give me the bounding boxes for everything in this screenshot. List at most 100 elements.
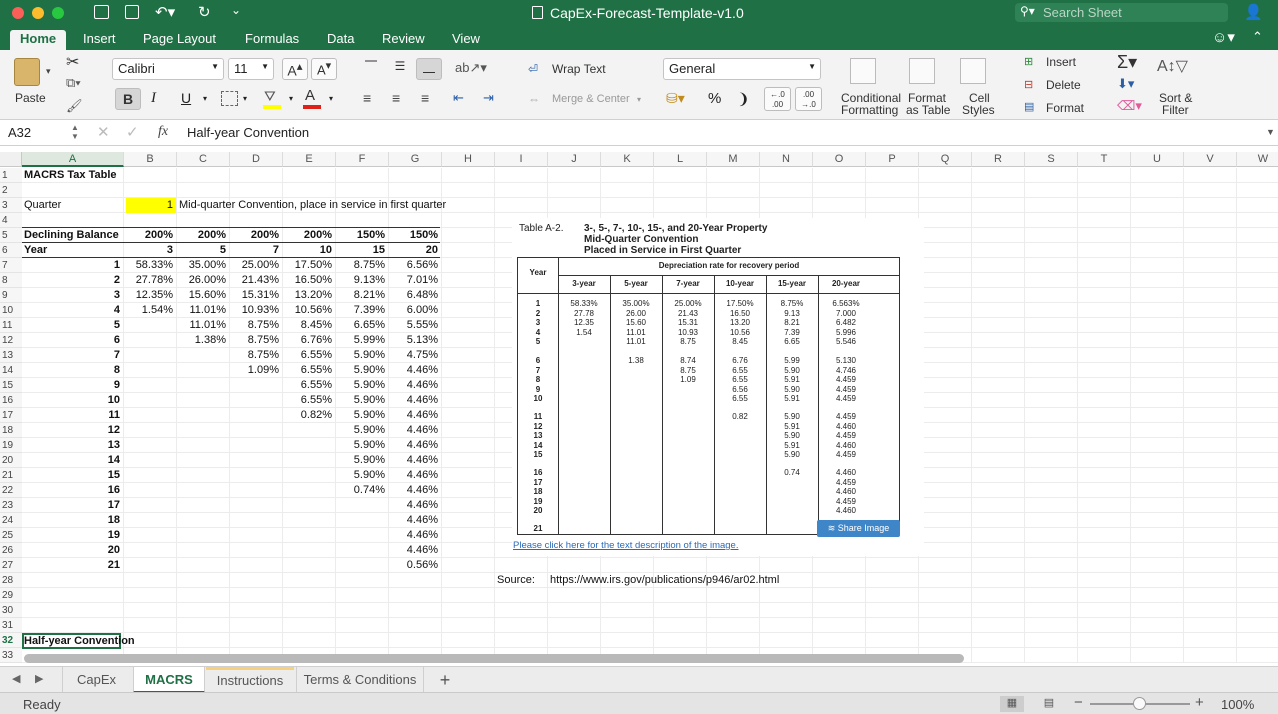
row-header[interactable]: 29 [0,588,22,603]
image-description-link[interactable]: Please click here for the text descripti… [513,540,738,551]
insert-cells-icon[interactable]: ⊞ [1024,55,1033,68]
format-cells-button[interactable]: Format [1046,101,1084,115]
clear-icon[interactable]: ⌫▾ [1117,98,1142,114]
row-header[interactable]: 28 [0,573,22,588]
rate-cell[interactable]: 4.46% [391,543,441,558]
conditional-formatting-icon[interactable] [850,58,876,84]
rate-cell[interactable]: 15.60% [179,288,229,303]
worksheet-grid[interactable]: ABCDEFGHIJKLMNOPQRSTUVW 1 2 3 4 5 6 7 8 9 10 11 12 1… [0,152,1278,666]
tab-formulas[interactable]: Formulas [235,30,309,50]
column-header[interactable]: M [707,152,760,167]
rate-cell[interactable]: 8.75% [232,318,282,333]
close-window-button[interactable] [12,7,24,19]
rate-cell[interactable]: 11.01% [179,318,229,333]
rate-cell[interactable]: 6.76% [285,333,335,348]
source-url[interactable]: https://www.irs.gov/publications/p946/ar… [550,573,850,588]
column-header[interactable]: O [813,152,866,167]
quarter-note[interactable]: Mid-quarter Convention, place in service… [179,198,499,213]
column-header[interactable]: J [548,152,601,167]
rate-cell[interactable]: 27.78% [126,273,176,288]
tab-view[interactable]: View [442,30,490,50]
column-header[interactable]: I [495,152,548,167]
year-number-cell[interactable]: 4 [24,303,123,318]
row-header[interactable]: 15 [0,378,22,393]
insert-cells-button[interactable]: Insert [1046,55,1076,69]
cut-icon[interactable]: ✂ [66,52,79,72]
decrease-font-size-button[interactable]: A▾ [311,58,337,80]
rate-cell[interactable]: 4.46% [391,408,441,423]
column-header[interactable]: G [389,152,442,167]
year-number-cell[interactable]: 18 [24,513,123,528]
format-cells-icon[interactable]: ▤ [1024,100,1034,113]
fill-color-icon[interactable]: ⛛ [264,88,276,105]
delete-cells-icon[interactable]: ⊟ [1024,78,1033,91]
rate-cell[interactable]: 35.00% [179,258,229,273]
rate-cell[interactable]: 7.01% [391,273,441,288]
recovery-year-cell[interactable]: 7 [232,243,282,258]
rate-cell[interactable]: 8.21% [338,288,388,303]
horizontal-scrollbar[interactable] [24,654,964,663]
year-number-cell[interactable]: 21 [24,558,123,573]
row-header[interactable]: 23 [0,498,22,513]
rate-cell[interactable]: 0.56% [391,558,441,573]
rate-cell[interactable]: 6.65% [338,318,388,333]
row-header[interactable]: 7 [0,258,22,273]
row-header[interactable]: 16 [0,393,22,408]
row-header[interactable]: 21 [0,468,22,483]
search-sheet-box[interactable]: ⚲▾ Search Sheet [1015,3,1228,22]
year-number-cell[interactable]: 5 [24,318,123,333]
rate-cell[interactable]: 6.55% [285,363,335,378]
year-number-cell[interactable]: 19 [24,528,123,543]
cancel-formula-icon[interactable]: ✕ [97,123,110,141]
column-header[interactable]: U [1131,152,1184,167]
row-header[interactable]: 4 [0,213,22,228]
rate-cell[interactable]: 5.99% [338,333,388,348]
expand-formula-bar-icon[interactable]: ▼ [1266,127,1275,137]
increase-font-size-button[interactable]: A▴ [282,58,308,80]
column-header[interactable]: F [336,152,389,167]
year-number-cell[interactable]: 8 [24,363,123,378]
column-header[interactable]: V [1184,152,1237,167]
column-header[interactable]: H [442,152,495,167]
align-right-icon[interactable]: ≡ [421,90,429,106]
rate-cell[interactable]: 4.46% [391,393,441,408]
recovery-year-cell[interactable]: 5 [179,243,229,258]
paste-dropdown-icon[interactable]: ▾ [46,66,51,77]
year-number-cell[interactable]: 7 [24,348,123,363]
year-number-cell[interactable]: 13 [24,438,123,453]
rate-cell[interactable]: 4.75% [391,348,441,363]
delete-cells-button[interactable]: Delete [1046,78,1081,92]
increase-decimal-button[interactable]: ←.0.00 [764,87,791,111]
column-header[interactable]: D [230,152,283,167]
rate-cell[interactable]: 5.90% [338,468,388,483]
italic-button[interactable]: I [151,90,156,107]
zoom-in-icon[interactable]: + [1195,694,1204,711]
year-number-cell[interactable]: 1 [24,258,123,273]
rate-cell[interactable]: 0.82% [285,408,335,423]
format-as-table-label-2[interactable]: as Table [906,103,950,117]
decrease-decimal-button[interactable]: .00 →.0 [795,87,822,111]
rate-cell[interactable]: 6.00% [391,303,441,318]
year-number-cell[interactable]: 6 [24,333,123,348]
formula-input[interactable]: Half-year Convention [187,125,309,140]
conditional-formatting-label-2[interactable]: Formatting [841,103,898,117]
insert-function-icon[interactable]: fx [158,124,168,140]
comma-style-button[interactable]: ❩ [737,90,750,108]
tab-page-layout[interactable]: Page Layout [133,30,226,50]
year-number-cell[interactable]: 20 [24,543,123,558]
column-header[interactable]: Q [919,152,972,167]
rate-cell[interactable]: 4.46% [391,378,441,393]
paste-icon[interactable] [14,58,40,86]
collapse-ribbon-icon[interactable]: ⌃ [1252,29,1263,45]
wrap-text-icon[interactable]: ⏎ [528,62,538,76]
row-header[interactable]: 14 [0,363,22,378]
column-header[interactable]: C [177,152,230,167]
quarter-label[interactable]: Quarter [24,198,123,213]
cell-styles-label-2[interactable]: Styles [962,103,995,117]
row-header[interactable]: 25 [0,528,22,543]
row-header[interactable]: 9 [0,288,22,303]
search-input[interactable]: Search Sheet [1043,5,1122,20]
year-number-cell[interactable]: 9 [24,378,123,393]
selected-cell[interactable]: Half-year Convention [22,633,135,649]
format-painter-icon[interactable]: 🖌 [66,98,83,114]
